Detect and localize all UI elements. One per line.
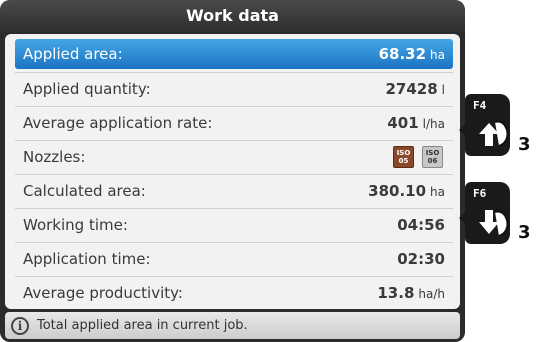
info-icon: i — [11, 316, 29, 335]
divider — [15, 106, 453, 107]
f6-key[interactable]: F6 — [465, 182, 510, 244]
tap-count: 3 — [518, 134, 531, 155]
row-value: 68.32 ha — [378, 45, 445, 63]
f4-key[interactable]: F4 — [465, 94, 510, 156]
row-label: Application time: — [23, 250, 151, 268]
row-applied-area[interactable]: Applied area: 68.32 ha — [15, 39, 453, 69]
divider — [15, 276, 453, 277]
row-value: 04:56 — [397, 216, 445, 234]
divider — [15, 242, 453, 243]
divider — [15, 72, 453, 73]
nozzle-iso-05-icon: ISO 05 — [393, 146, 414, 168]
divider — [15, 140, 453, 141]
row-label: Working time: — [23, 216, 128, 234]
row-value: 13.8 ha/h — [377, 284, 445, 302]
row-average-application-rate[interactable]: Average application rate: 401 l/ha — [15, 108, 453, 138]
row-value: 401 l/ha — [387, 114, 445, 132]
nozzle-list: ISO 05 ISO 06 — [393, 146, 453, 168]
row-label: Applied quantity: — [23, 80, 151, 98]
status-bar: i Total applied area in current job. — [5, 312, 460, 339]
row-label: Applied area: — [23, 45, 123, 63]
row-label: Nozzles: — [23, 148, 86, 166]
work-data-panel: Applied area: 68.32 ha Applied quantity: … — [5, 34, 460, 309]
row-working-time[interactable]: Working time: 04:56 — [15, 210, 453, 240]
divider — [15, 174, 453, 175]
row-label: Average productivity: — [23, 284, 183, 302]
arrow-down-icon — [479, 210, 509, 237]
divider — [15, 208, 453, 209]
row-label: Calculated area: — [23, 182, 146, 200]
nozzle-iso-06-icon: ISO 06 — [422, 146, 443, 168]
row-application-time[interactable]: Application time: 02:30 — [15, 244, 453, 274]
display-screen: Work data Applied area: 68.32 ha Applied … — [0, 0, 465, 342]
row-average-productivity[interactable]: Average productivity: 13.8 ha/h — [15, 278, 453, 308]
row-value: 27428 l — [385, 80, 445, 98]
tap-count: 3 — [518, 222, 531, 243]
row-label: Average application rate: — [23, 114, 213, 132]
page-title: Work data — [0, 0, 465, 32]
row-nozzles[interactable]: Nozzles: ISO 05 ISO 06 — [15, 142, 453, 172]
row-calculated-area[interactable]: Calculated area: 380.10 ha — [15, 176, 453, 206]
row-value: 02:30 — [397, 250, 445, 268]
status-text: Total applied area in current job. — [37, 318, 248, 333]
row-applied-quantity[interactable]: Applied quantity: 27428 l — [15, 74, 453, 104]
row-value: 380.10 ha — [368, 182, 445, 200]
arrow-up-icon — [479, 120, 509, 147]
